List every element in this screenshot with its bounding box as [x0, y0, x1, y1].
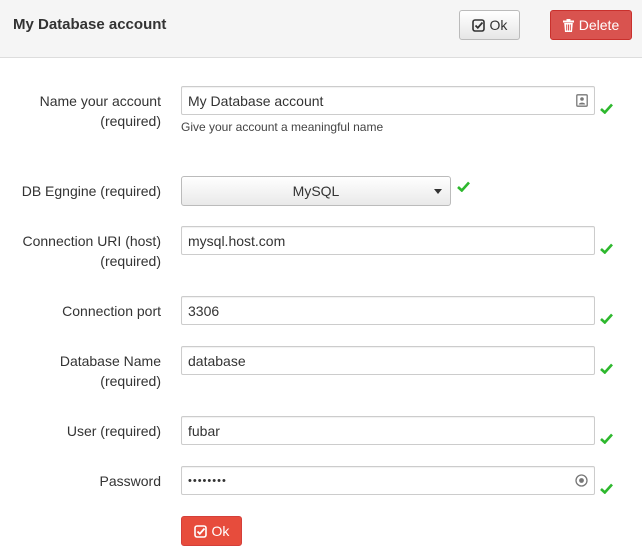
- user-value: fubar: [188, 422, 220, 439]
- account-name-value: My Database account: [188, 92, 324, 109]
- caret-down-icon: [434, 189, 442, 194]
- connection-uri-label: Connection URI (host) (required): [22, 233, 161, 269]
- page-title: My Database account: [13, 16, 167, 33]
- checkmark-icon: [600, 103, 613, 114]
- database-name-label: Database Name (required): [59, 353, 161, 389]
- submit-ok-button[interactable]: Ok: [181, 516, 242, 546]
- delete-label: Delete: [578, 17, 620, 33]
- password-label: Password: [99, 473, 161, 489]
- password-input[interactable]: ••••••••: [181, 466, 595, 495]
- user-label: User (required): [66, 423, 161, 439]
- user-input[interactable]: fubar: [181, 416, 595, 445]
- page-header: My Database account Ok Delete: [0, 0, 642, 58]
- check-square-icon: [471, 18, 485, 32]
- account-name-label: Name your account (required): [39, 93, 161, 129]
- submit-ok-label: Ok: [211, 523, 230, 539]
- checkmark-icon: [600, 483, 613, 494]
- connection-port-value: 3306: [188, 302, 220, 319]
- checkmark-icon: [600, 433, 613, 444]
- password-value: ••••••••: [188, 474, 227, 487]
- checkmark-icon: [600, 243, 613, 254]
- checkmark-icon: [457, 181, 470, 192]
- header-ok-button[interactable]: Ok: [459, 10, 520, 40]
- contact-card-icon[interactable]: [576, 94, 588, 107]
- db-engine-value: MySQL: [292, 183, 340, 199]
- connection-port-input[interactable]: 3306: [181, 296, 595, 325]
- connection-port-label: Connection port: [62, 303, 161, 319]
- db-engine-label: DB Egngine (required): [21, 183, 161, 199]
- database-name-input[interactable]: database: [181, 346, 595, 375]
- check-square-icon: [193, 524, 207, 538]
- trash-icon: [562, 18, 574, 32]
- db-engine-select[interactable]: MySQL: [181, 176, 451, 206]
- delete-button[interactable]: Delete: [550, 10, 632, 40]
- eye-icon[interactable]: [575, 474, 588, 487]
- header-ok-label: Ok: [489, 17, 508, 33]
- checkmark-icon: [600, 363, 613, 374]
- connection-uri-value: mysql.host.com: [188, 232, 286, 249]
- database-name-value: database: [188, 352, 246, 369]
- account-name-input[interactable]: My Database account: [181, 86, 595, 115]
- connection-uri-input[interactable]: mysql.host.com: [181, 226, 595, 255]
- account-name-help: Give your account a meaningful name: [181, 120, 384, 134]
- checkmark-icon: [600, 313, 613, 324]
